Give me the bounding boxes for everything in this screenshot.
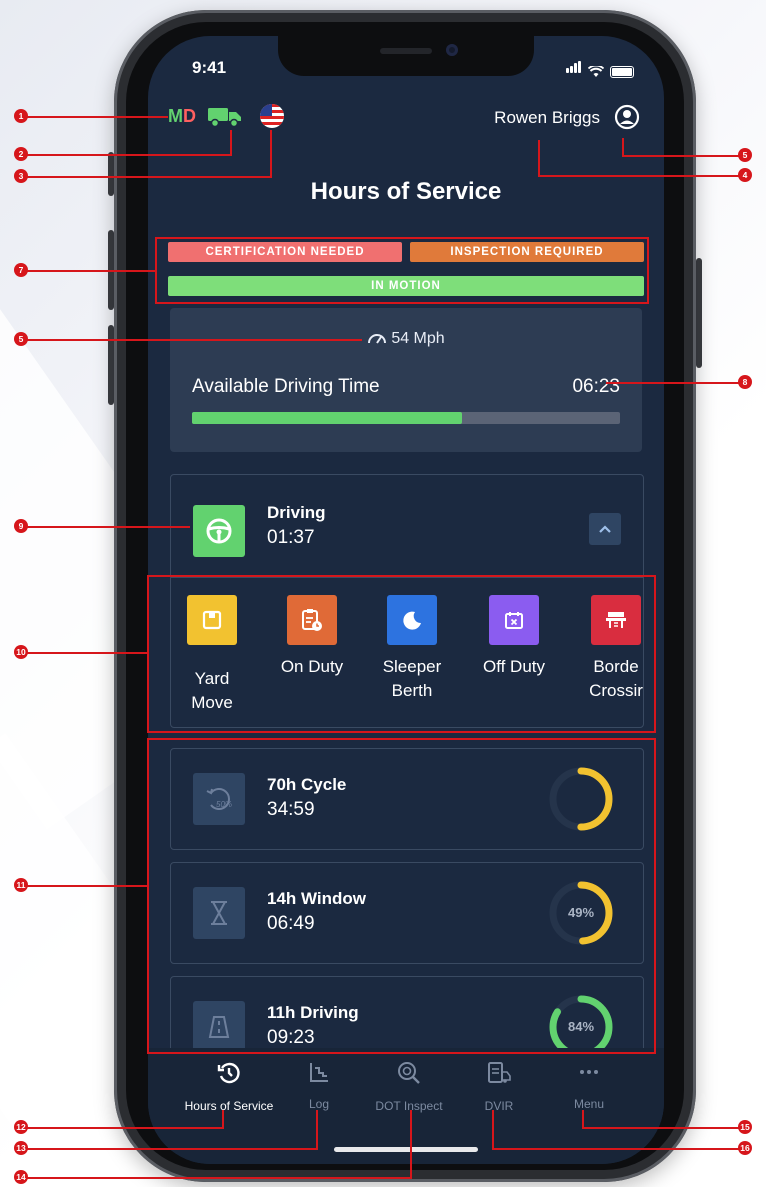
annotation-line [22, 1177, 412, 1179]
annotation-line [22, 652, 147, 654]
annotation-line [222, 1110, 224, 1129]
user-profile-icon[interactable] [614, 104, 640, 130]
annotation-line [22, 339, 362, 341]
annotation-line [316, 1110, 318, 1150]
jurisdiction-badge: MD [168, 106, 196, 126]
callout-badge: 10 [14, 645, 28, 659]
annotation-line [538, 140, 540, 177]
signal-icon [566, 60, 582, 78]
status-bar-time: 9:41 [192, 58, 227, 77]
tab-menu[interactable]: Menu [534, 1060, 644, 1111]
callout-badge: 12 [14, 1120, 28, 1134]
front-camera [446, 44, 458, 56]
callout-badge: 15 [738, 1120, 752, 1134]
page-title: Hours of Service [310, 178, 502, 205]
annotation-line [22, 270, 155, 272]
annotation-line [622, 155, 744, 157]
annotation-box-status-options [147, 575, 656, 733]
annotation-box-cycles [147, 738, 656, 1054]
annotation-line [606, 382, 744, 384]
driving-time-progress-fill [192, 412, 462, 424]
callout-badge: 9 [14, 519, 28, 533]
speaker-grille [380, 48, 432, 54]
side-button-power [696, 258, 702, 368]
wifi-icon [588, 66, 604, 77]
annotation-line [270, 130, 272, 178]
available-driving-value: 06:23 [572, 376, 620, 397]
annotation-line [622, 138, 624, 156]
chevron-up-icon [599, 525, 611, 533]
steering-wheel-icon [193, 505, 245, 557]
available-driving-label: Available Driving Time [192, 376, 380, 397]
annotation-line [540, 175, 744, 177]
annotation-line [582, 1110, 584, 1129]
annotation-line [22, 1148, 318, 1150]
callout-badge: 5 [738, 148, 752, 162]
speedometer-icon [368, 334, 387, 344]
callout-badge: 5 [14, 332, 28, 346]
callout-badge: 14 [14, 1170, 28, 1184]
annotation-line [492, 1110, 494, 1150]
driving-time-progress [192, 412, 620, 424]
speed-value: 54 Mph [391, 330, 445, 347]
home-indicator [334, 1147, 478, 1152]
annotation-line [22, 885, 147, 887]
annotation-line [584, 1127, 744, 1129]
available-driving-card: 54 Mph Available Driving Time 06:23 [170, 308, 642, 452]
us-flag-icon[interactable] [260, 104, 284, 128]
annotation-line [22, 116, 168, 118]
user-name[interactable]: Rowen Briggs [494, 108, 600, 128]
tab-label: Menu [573, 1097, 605, 1111]
truck-icon [208, 108, 241, 128]
status-bar-icons [566, 60, 634, 78]
callout-badge: 8 [738, 375, 752, 389]
annotation-line [22, 1127, 224, 1129]
current-status-time: 01:37 [267, 527, 315, 548]
bottom-tab-bar: Hours of Service Log DOT Inspect DVIR Menu [148, 1048, 664, 1164]
annotation-line [22, 176, 272, 178]
callout-badge: 7 [14, 263, 28, 277]
annotation-line [494, 1148, 744, 1150]
annotation-line [22, 526, 190, 528]
current-status-label: Driving [267, 503, 326, 522]
callout-badge: 2 [14, 147, 28, 161]
more-dots-icon [534, 1060, 644, 1089]
annotation-line [230, 130, 232, 156]
annotation-line [22, 154, 232, 156]
callout-badge: 3 [14, 169, 28, 183]
annotation-box-alerts [155, 237, 649, 304]
notch [278, 36, 534, 76]
battery-icon [610, 66, 634, 78]
annotation-line [410, 1110, 412, 1179]
callout-badge: 4 [738, 168, 752, 182]
callout-badge: 11 [14, 878, 28, 892]
callout-badge: 16 [738, 1141, 752, 1155]
callout-badge: 1 [14, 109, 28, 123]
callout-badge: 13 [14, 1141, 28, 1155]
collapse-button[interactable] [589, 513, 621, 545]
